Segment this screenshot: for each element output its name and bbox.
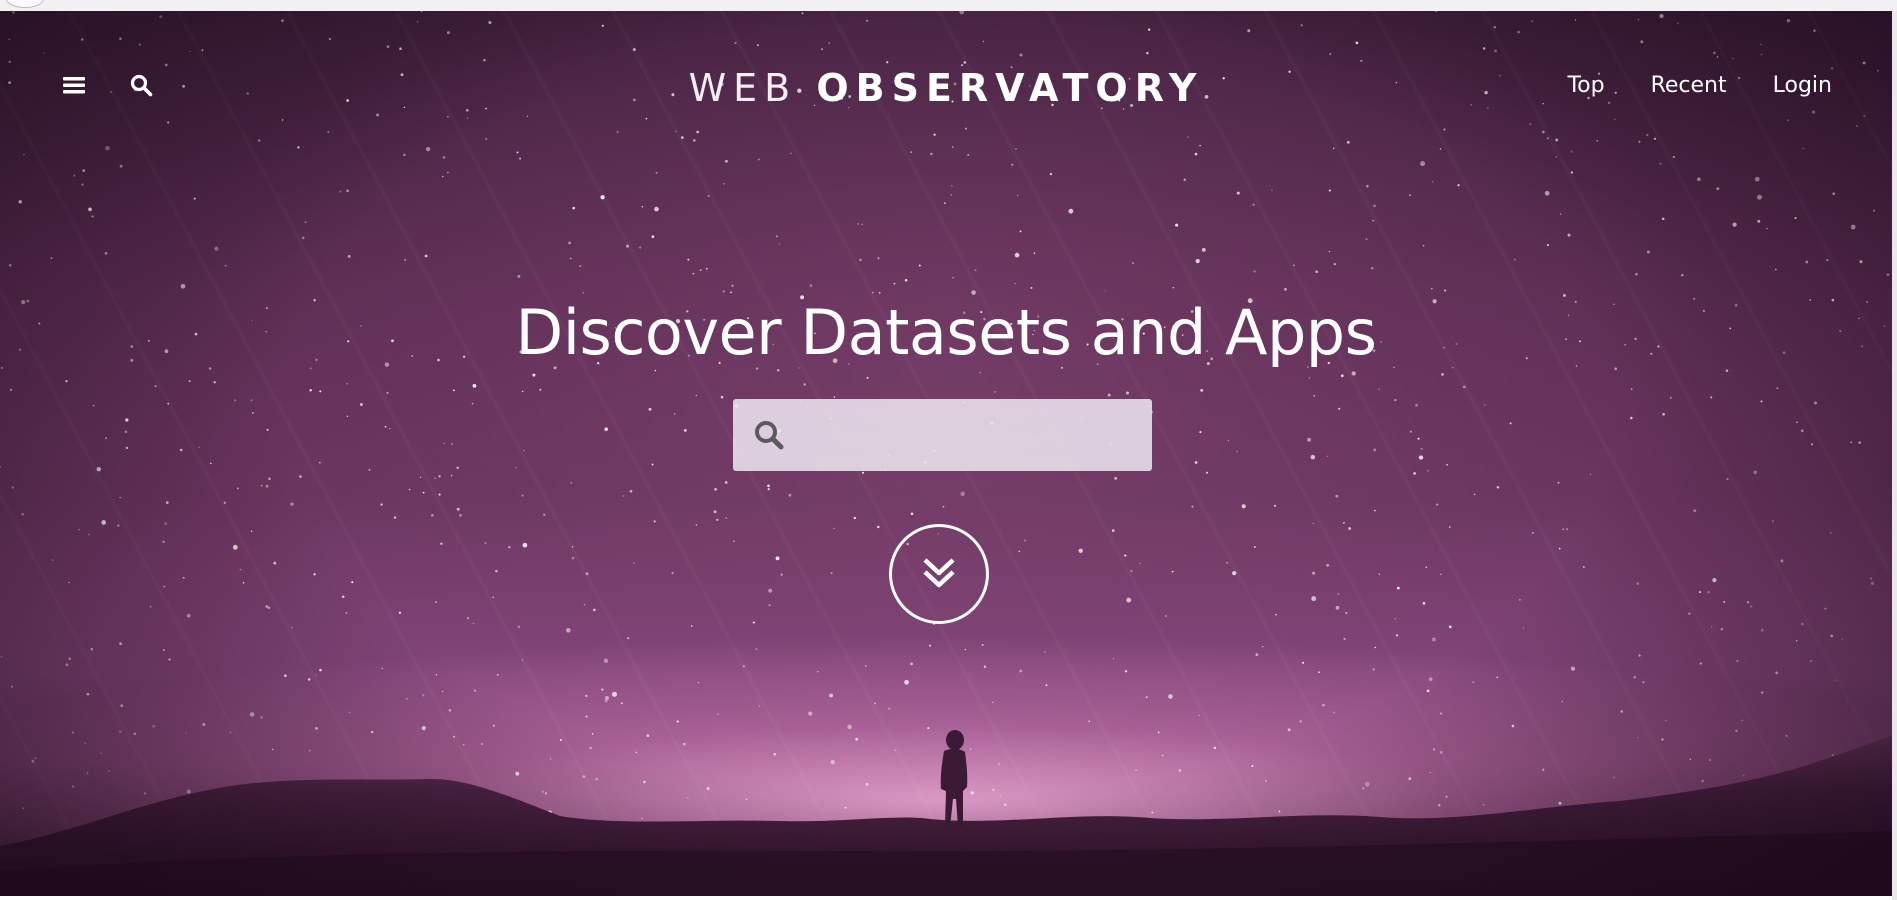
- nav-link-login[interactable]: Login: [1773, 73, 1832, 98]
- site-title-bold: OBSERVATORY: [816, 66, 1204, 110]
- hero-section: WEB OBSERVATORY Top Recent Login Discove…: [0, 11, 1892, 896]
- hero-search-box[interactable]: [733, 399, 1152, 473]
- nav-link-recent[interactable]: Recent: [1651, 73, 1727, 98]
- hero-search-input[interactable]: [797, 399, 1141, 473]
- double-chevron-down-icon: [919, 552, 959, 597]
- nav-link-top[interactable]: Top: [1567, 73, 1604, 98]
- site-title-light: WEB: [688, 66, 798, 110]
- page-scrollbar[interactable]: [1892, 11, 1897, 900]
- nav-links: Top Recent Login: [1567, 73, 1832, 98]
- browser-tab-edge: [6, 0, 44, 8]
- scroll-down-button[interactable]: [889, 524, 989, 624]
- hero-headline: Discover Datasets and Apps: [515, 296, 1377, 369]
- person-silhouette: [940, 730, 968, 827]
- top-navbar: WEB OBSERVATORY Top Recent Login: [0, 11, 1892, 131]
- search-icon: [753, 419, 785, 451]
